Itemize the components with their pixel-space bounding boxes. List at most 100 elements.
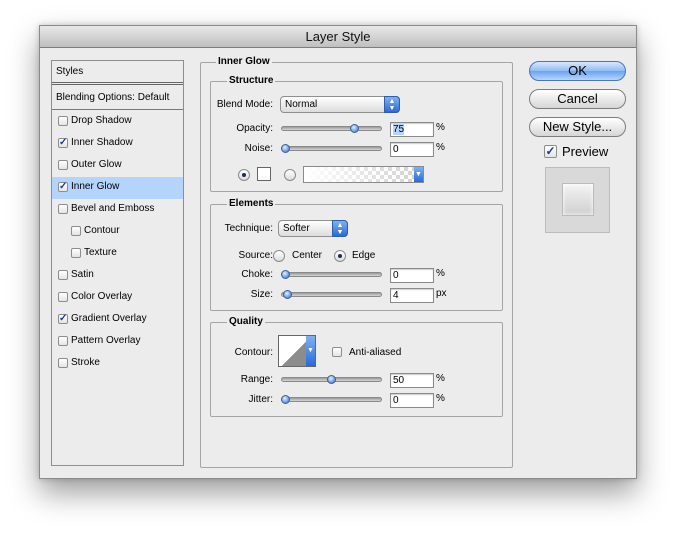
- opacity-slider-thumb[interactable]: [350, 124, 359, 133]
- style-item-label: Inner Glow: [71, 181, 120, 192]
- dialog-title: Layer Style: [305, 29, 371, 44]
- opacity-label: Opacity:: [236, 123, 273, 134]
- size-unit: px: [436, 288, 447, 299]
- styles-header[interactable]: Styles: [52, 61, 183, 85]
- preview-checkbox[interactable]: ✓: [544, 145, 557, 158]
- source-label: Source:: [238, 250, 273, 261]
- choke-field[interactable]: 0: [390, 268, 434, 283]
- dropdown-arrow-icon: ▼: [414, 167, 423, 182]
- style-checkbox[interactable]: [58, 160, 68, 170]
- structure-title: Structure: [227, 75, 276, 86]
- elements-title: Elements: [227, 198, 276, 209]
- style-item[interactable]: Contour: [52, 221, 183, 243]
- style-item[interactable]: Texture: [52, 243, 183, 265]
- style-item[interactable]: ✓ Gradient Overlay: [52, 309, 183, 331]
- size-slider-thumb[interactable]: [282, 290, 292, 299]
- anti-aliased-label: Anti-aliased: [349, 347, 402, 358]
- style-item[interactable]: Color Overlay: [52, 287, 183, 309]
- choke-slider-thumb[interactable]: [281, 270, 290, 279]
- style-item-label: Pattern Overlay: [71, 335, 141, 346]
- jitter-slider-thumb[interactable]: [281, 395, 290, 404]
- opacity-unit: %: [436, 122, 445, 133]
- style-item[interactable]: Stroke: [52, 353, 183, 375]
- jitter-slider[interactable]: [281, 397, 382, 402]
- size-slider[interactable]: [281, 292, 382, 297]
- style-item[interactable]: ✓ Inner Shadow: [52, 133, 183, 155]
- noise-unit: %: [436, 142, 445, 153]
- range-field[interactable]: 50: [390, 373, 434, 388]
- style-checkbox[interactable]: [58, 336, 68, 346]
- style-item-label: Stroke: [71, 357, 100, 368]
- range-label: Range:: [240, 374, 273, 385]
- technique-label: Technique:: [224, 223, 273, 234]
- noise-field[interactable]: 0: [390, 142, 434, 157]
- solid-color-radio[interactable]: [238, 169, 250, 181]
- cancel-button[interactable]: Cancel: [529, 89, 626, 109]
- glow-color-swatch[interactable]: [257, 167, 271, 181]
- gradient-radio[interactable]: [284, 169, 296, 181]
- preview-label: Preview: [562, 144, 609, 159]
- anti-aliased-checkbox[interactable]: [332, 347, 342, 357]
- style-item-label: Drop Shadow: [71, 115, 132, 126]
- size-label: Size:: [250, 289, 273, 300]
- noise-label: Noise:: [244, 143, 273, 154]
- style-checkbox[interactable]: ✓: [58, 138, 68, 148]
- blending-options-item[interactable]: Blending Options: Default: [52, 88, 183, 110]
- style-checkbox[interactable]: [58, 358, 68, 368]
- source-edge-radio[interactable]: [334, 250, 346, 262]
- style-item[interactable]: ✓ Inner Glow: [52, 177, 183, 199]
- glow-gradient-picker[interactable]: ▼: [303, 166, 424, 183]
- quality-title: Quality: [227, 316, 265, 327]
- style-item[interactable]: Pattern Overlay: [52, 331, 183, 353]
- jitter-field[interactable]: 0: [390, 393, 434, 408]
- jitter-unit: %: [436, 393, 445, 404]
- checkmark-icon: ✓: [545, 144, 556, 158]
- style-item-label: Outer Glow: [71, 159, 122, 170]
- choke-slider[interactable]: [281, 272, 382, 277]
- inner-glow-title: Inner Glow: [216, 56, 272, 67]
- style-checkbox[interactable]: [71, 226, 81, 236]
- contour-picker[interactable]: ▼: [278, 335, 316, 367]
- style-checkbox[interactable]: [58, 270, 68, 280]
- style-item-label: Bevel and Emboss: [71, 203, 155, 214]
- style-checkbox[interactable]: ✓: [58, 182, 68, 192]
- jitter-label: Jitter:: [248, 394, 273, 405]
- opacity-field[interactable]: 75: [390, 122, 434, 137]
- range-slider-thumb[interactable]: [327, 375, 336, 384]
- size-field[interactable]: 4: [390, 288, 434, 303]
- blend-mode-select[interactable]: Normal ▲ ▼: [280, 96, 400, 113]
- style-item[interactable]: Bevel and Emboss: [52, 199, 183, 221]
- style-item-label: Texture: [84, 247, 117, 258]
- style-item[interactable]: Satin: [52, 265, 183, 287]
- noise-slider-thumb[interactable]: [281, 144, 290, 153]
- blend-mode-label: Blend Mode:: [216, 99, 273, 110]
- technique-select[interactable]: Softer ▲ ▼: [278, 220, 348, 237]
- dropdown-arrow-icon: ▼: [306, 336, 315, 366]
- style-checkbox[interactable]: ✓: [58, 314, 68, 324]
- new-style-button[interactable]: New Style...: [529, 117, 626, 137]
- style-item[interactable]: Drop Shadow: [52, 111, 183, 133]
- style-preview: [545, 167, 610, 233]
- opacity-slider[interactable]: [281, 126, 382, 131]
- style-checkbox[interactable]: [71, 248, 81, 258]
- style-item-label: Inner Shadow: [71, 137, 133, 148]
- elements-group: Elements Technique: Softer ▲ ▼ Source: Ce…: [210, 198, 503, 311]
- noise-slider[interactable]: [281, 146, 382, 151]
- inner-glow-panel: Inner Glow Structure Blend Mode: Normal …: [200, 56, 513, 468]
- style-item[interactable]: Outer Glow: [52, 155, 183, 177]
- updown-arrows-icon: ▲ ▼: [332, 220, 348, 237]
- quality-group: Quality Contour: ▼ Anti-aliased Range: 5…: [210, 316, 503, 417]
- source-center-radio[interactable]: [273, 250, 285, 262]
- style-item-label: Contour: [84, 225, 120, 236]
- ok-button[interactable]: OK: [529, 61, 626, 81]
- style-checkbox[interactable]: [58, 116, 68, 126]
- style-item-label: Gradient Overlay: [71, 313, 147, 324]
- choke-unit: %: [436, 268, 445, 279]
- updown-arrows-icon: ▲ ▼: [384, 96, 400, 113]
- style-checkbox[interactable]: [58, 204, 68, 214]
- choke-label: Choke:: [241, 269, 273, 280]
- layer-style-dialog: Layer Style Styles Blending Options: Def…: [39, 25, 637, 479]
- style-checkbox[interactable]: [58, 292, 68, 302]
- title-bar[interactable]: Layer Style: [40, 26, 636, 48]
- range-unit: %: [436, 373, 445, 384]
